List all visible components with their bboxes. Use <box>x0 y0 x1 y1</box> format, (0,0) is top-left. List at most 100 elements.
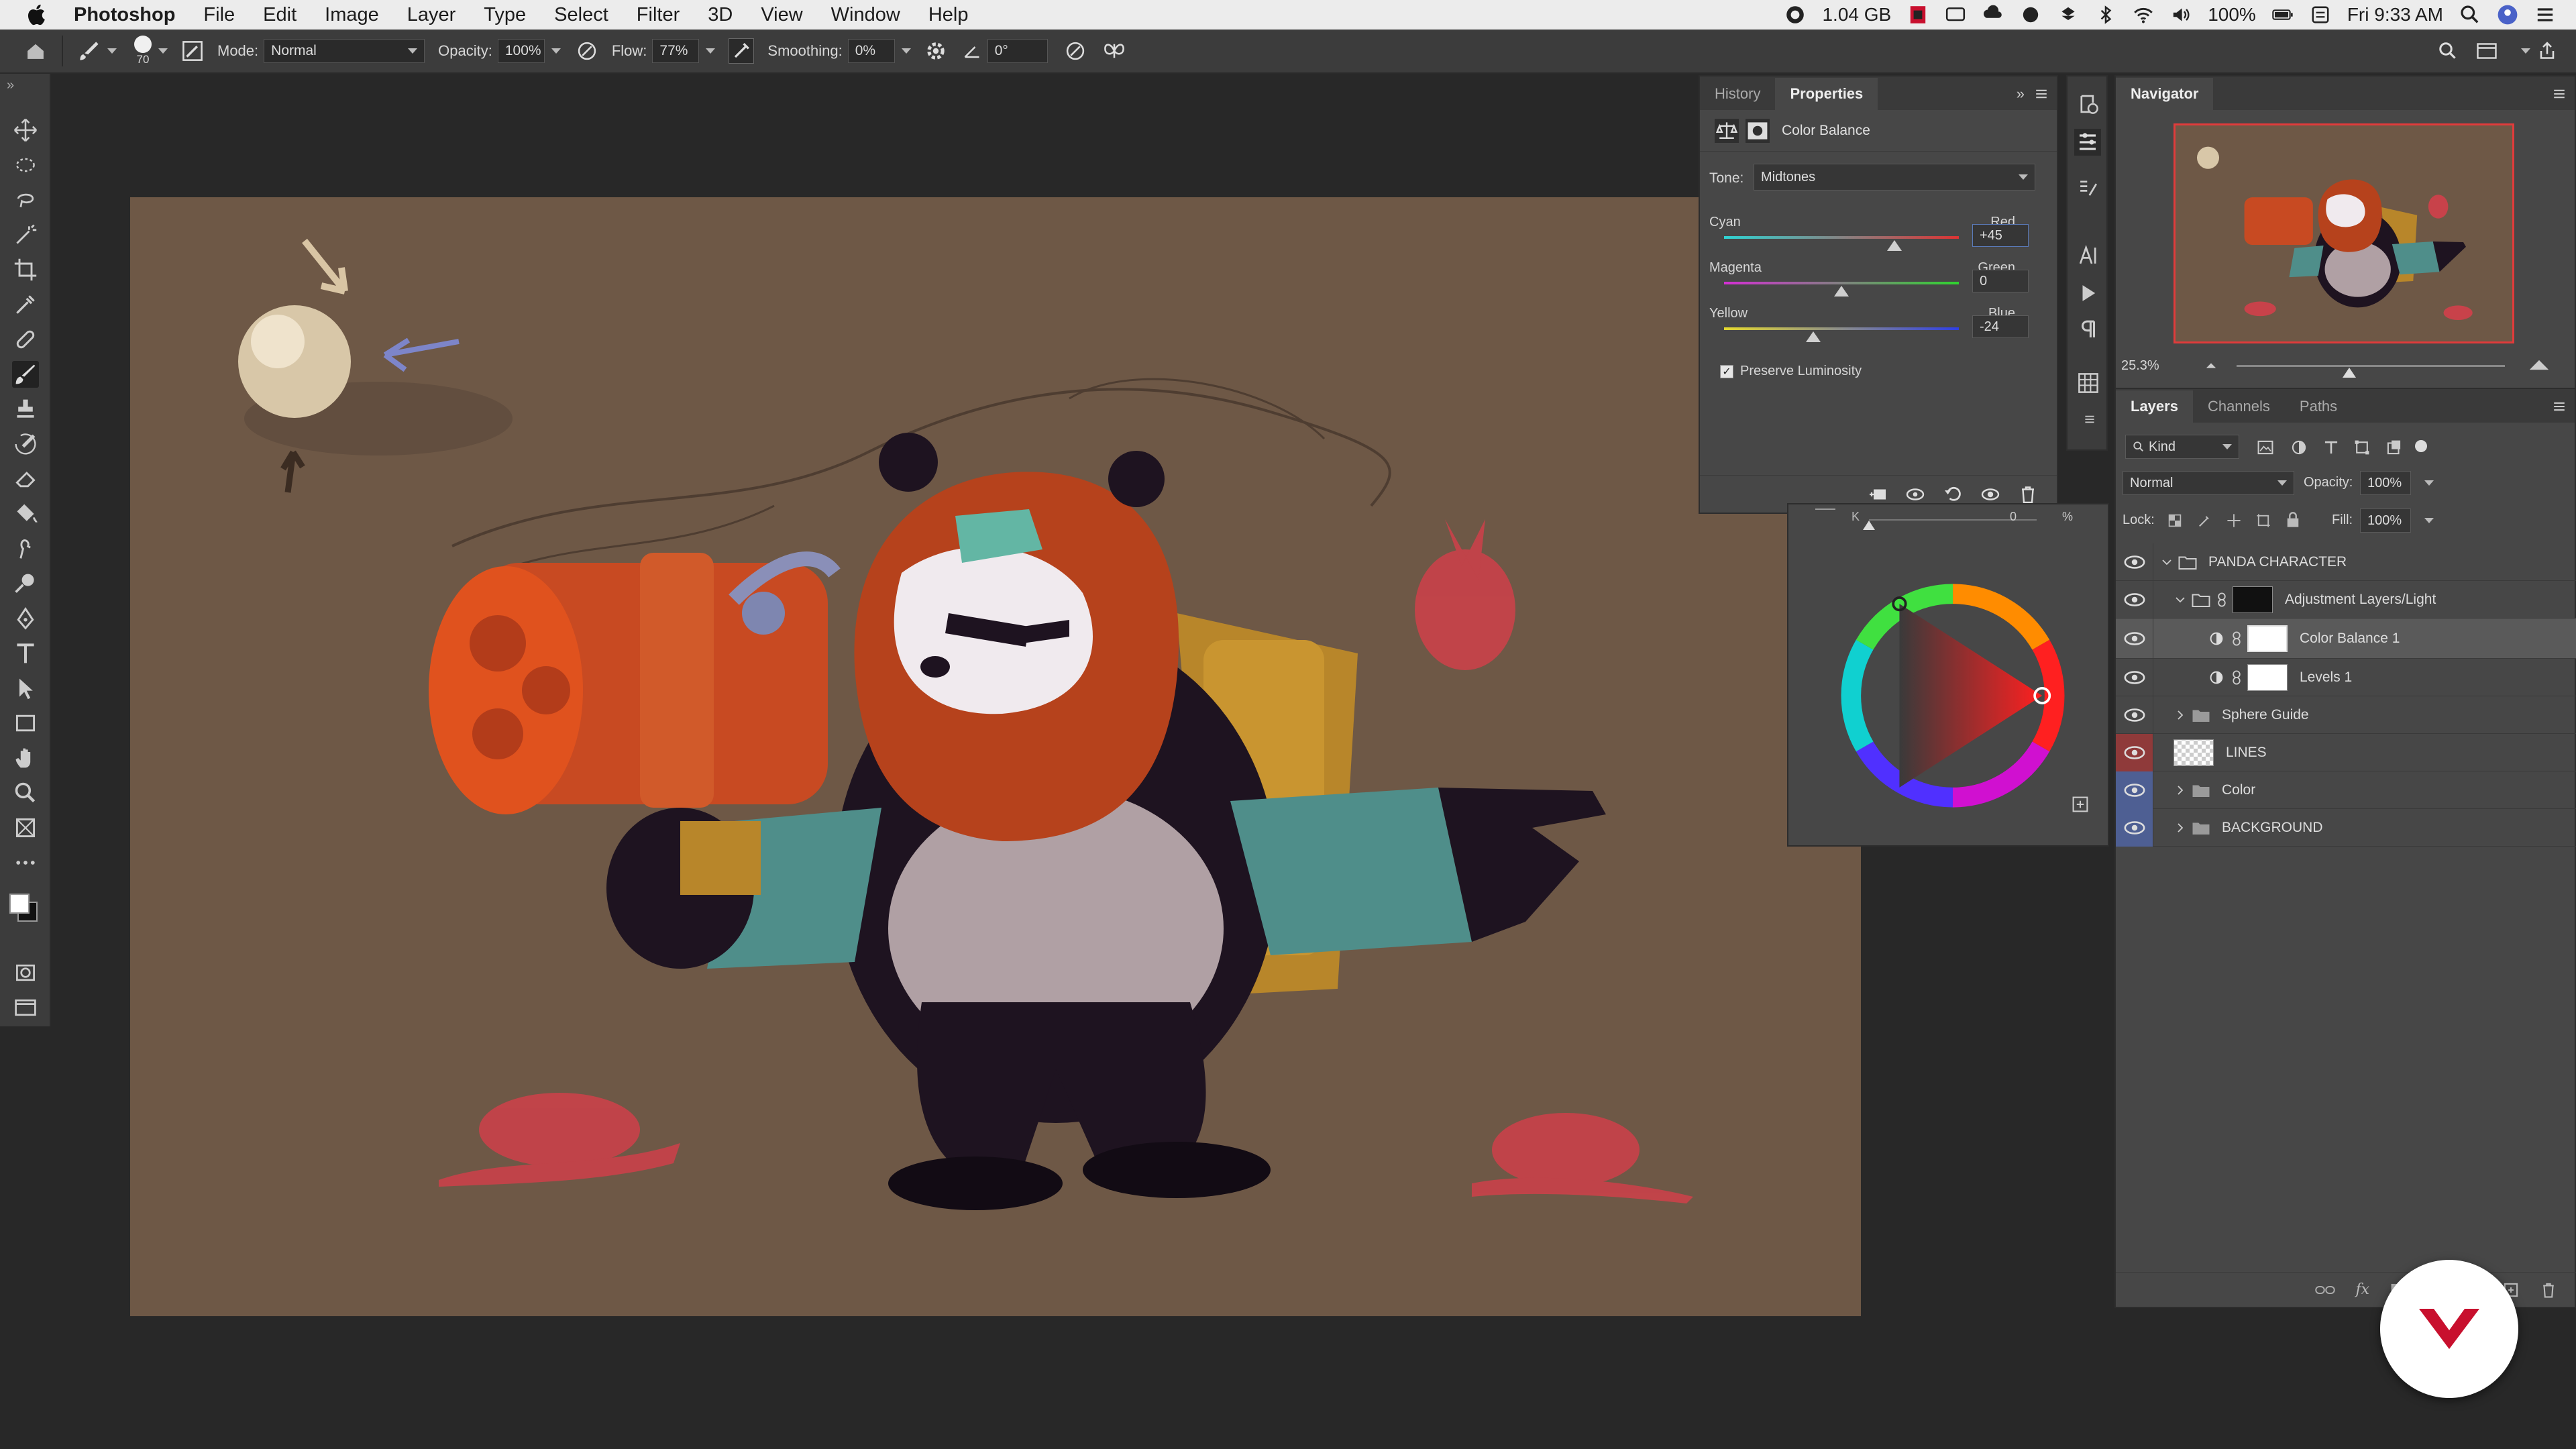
fill-input[interactable]: 100% <box>2360 508 2411 533</box>
pen-tool[interactable] <box>12 605 39 632</box>
layer-row-levels-1[interactable]: Levels 1 <box>2116 658 2576 696</box>
color-swatches[interactable] <box>8 885 43 926</box>
marquee-tool[interactable] <box>12 152 39 178</box>
character-panel-icon[interactable] <box>2077 244 2100 267</box>
smoothing-dropdown-icon[interactable] <box>901 48 911 54</box>
eraser-tool[interactable] <box>12 466 39 492</box>
user-avatar-icon[interactable] <box>2497 4 2518 25</box>
layer-thumbnail[interactable] <box>2174 739 2214 766</box>
layer-row-adjustment-layers-light[interactable]: Adjustment Layers/Light <box>2116 580 2576 619</box>
panel-menu-icon[interactable] <box>2551 78 2568 110</box>
link-layers-icon[interactable] <box>2315 1282 2336 1298</box>
view-previous-state-icon[interactable] <box>1905 484 1925 504</box>
reset-icon[interactable] <box>1943 484 1963 504</box>
flow-input[interactable]: 77% <box>652 39 700 63</box>
artboard-tool[interactable] <box>12 814 39 841</box>
menu-app-name[interactable]: Photoshop <box>74 4 175 26</box>
clone-stamp-tool[interactable] <box>12 396 39 423</box>
crop-tool[interactable] <box>12 256 39 283</box>
cyan-red-slider[interactable] <box>1724 236 1959 251</box>
volume-icon[interactable] <box>2170 4 2192 25</box>
lock-pixels-icon[interactable] <box>2196 513 2212 529</box>
balance-scale-icon[interactable] <box>1715 118 1739 143</box>
filter-toggle-icon[interactable] <box>2415 440 2427 452</box>
tone-select[interactable]: Midtones <box>1754 164 2035 191</box>
navigator-preview[interactable] <box>2174 123 2514 343</box>
zoom-slider[interactable] <box>2237 365 2505 378</box>
chevron-right-icon[interactable] <box>2174 821 2187 835</box>
healing-brush-tool[interactable] <box>12 326 39 353</box>
slider-handle[interactable] <box>1806 331 1821 342</box>
tab-properties[interactable]: Properties <box>1775 78 1878 110</box>
wifi-icon[interactable] <box>2133 4 2154 25</box>
clock[interactable]: Fri 9:33 AM <box>2347 4 2443 25</box>
trash-icon[interactable] <box>2540 1281 2557 1299</box>
tab-layers[interactable]: Layers <box>2116 390 2193 423</box>
actions-play-icon[interactable] <box>2077 282 2100 305</box>
share-icon[interactable] <box>2537 41 2557 61</box>
blend-mode-select[interactable]: Normal <box>2123 471 2294 495</box>
menu-view[interactable]: View <box>761 4 802 26</box>
yellow-blue-slider[interactable] <box>1724 327 1959 342</box>
layer-visibility-toggle[interactable] <box>2116 658 2153 696</box>
pressure-opacity-icon[interactable] <box>576 40 598 62</box>
filter-type-icon[interactable] <box>2322 439 2340 456</box>
layer-visibility-toggle[interactable] <box>2116 543 2153 581</box>
filter-smart-object-icon[interactable] <box>2385 439 2403 456</box>
brush-tool[interactable] <box>12 361 39 388</box>
cyan-red-input[interactable]: +45 <box>1972 224 2029 247</box>
menu-image[interactable]: Image <box>325 4 379 26</box>
tab-navigator[interactable]: Navigator <box>2116 78 2214 110</box>
layer-row-background[interactable]: BACKGROUND <box>2116 808 2576 847</box>
rectangle-tool[interactable] <box>12 710 39 737</box>
airbrush-icon[interactable] <box>729 38 755 64</box>
hand-tool[interactable] <box>12 745 39 771</box>
lock-artboard-icon[interactable] <box>2255 513 2271 529</box>
chevron-down-icon[interactable] <box>2160 555 2174 569</box>
lock-transparency-icon[interactable] <box>2167 513 2183 529</box>
foreground-color-swatch[interactable] <box>9 894 30 914</box>
lasso-tool[interactable] <box>12 186 39 213</box>
menu-filter[interactable]: Filter <box>637 4 680 26</box>
menu-layer[interactable]: Layer <box>407 4 456 26</box>
brush-settings-panel-icon[interactable] <box>181 40 204 62</box>
dropbox-icon[interactable] <box>2057 4 2079 25</box>
preserve-luminosity-option[interactable]: ✓ Preserve Luminosity <box>1720 364 1862 379</box>
brush-settings-icon[interactable] <box>2077 177 2100 200</box>
tab-channels[interactable]: Channels <box>2193 390 2285 423</box>
paragraph-panel-icon[interactable] <box>2077 318 2100 341</box>
angle-input[interactable]: 0° <box>987 39 1048 63</box>
panel-collapse-icon[interactable]: » <box>2008 78 2033 110</box>
input-source-icon[interactable] <box>2310 4 2331 25</box>
layer-visibility-toggle[interactable] <box>2116 618 2153 659</box>
fill-dropdown-icon[interactable] <box>2424 518 2434 523</box>
layer-mask-thumbnail[interactable] <box>2247 663 2288 691</box>
menu-edit[interactable]: Edit <box>263 4 297 26</box>
dodge-tool[interactable] <box>12 570 39 597</box>
layer-opacity-dropdown-icon[interactable] <box>2424 480 2434 486</box>
screen-share-icon[interactable] <box>1945 4 1966 25</box>
menu-type[interactable]: Type <box>484 4 526 26</box>
paint-bucket-tool[interactable] <box>12 500 39 527</box>
menu-window[interactable]: Window <box>831 4 900 26</box>
layer-filter-select[interactable]: Kind <box>2125 435 2239 459</box>
document-canvas[interactable] <box>130 197 1861 1316</box>
layer-row-panda-character[interactable]: PANDA CHARACTER <box>2116 543 2576 581</box>
slider-handle[interactable] <box>1834 286 1849 297</box>
zoom-out-icon[interactable] <box>2203 360 2219 372</box>
zoom-level[interactable]: 25.3% <box>2121 358 2159 374</box>
brush-size-picker[interactable]: 70 <box>134 36 152 66</box>
battery-icon[interactable] <box>2272 4 2294 25</box>
bluetooth-icon[interactable] <box>2095 4 2116 25</box>
opacity-input[interactable]: 100% <box>497 39 545 63</box>
workspace-dropdown-icon[interactable] <box>2521 48 2530 54</box>
panel-menu-icon[interactable] <box>2033 78 2050 110</box>
visibility-eye-icon[interactable] <box>1980 484 2000 504</box>
tab-paths[interactable]: Paths <box>2285 390 2352 423</box>
magenta-green-input[interactable]: 0 <box>1972 270 2029 292</box>
swatches-grid-icon[interactable] <box>2077 372 2100 394</box>
layer-visibility-toggle[interactable] <box>2116 696 2153 734</box>
opacity-dropdown-icon[interactable] <box>551 48 561 54</box>
move-tool[interactable] <box>12 117 39 144</box>
flow-dropdown-icon[interactable] <box>706 48 716 54</box>
